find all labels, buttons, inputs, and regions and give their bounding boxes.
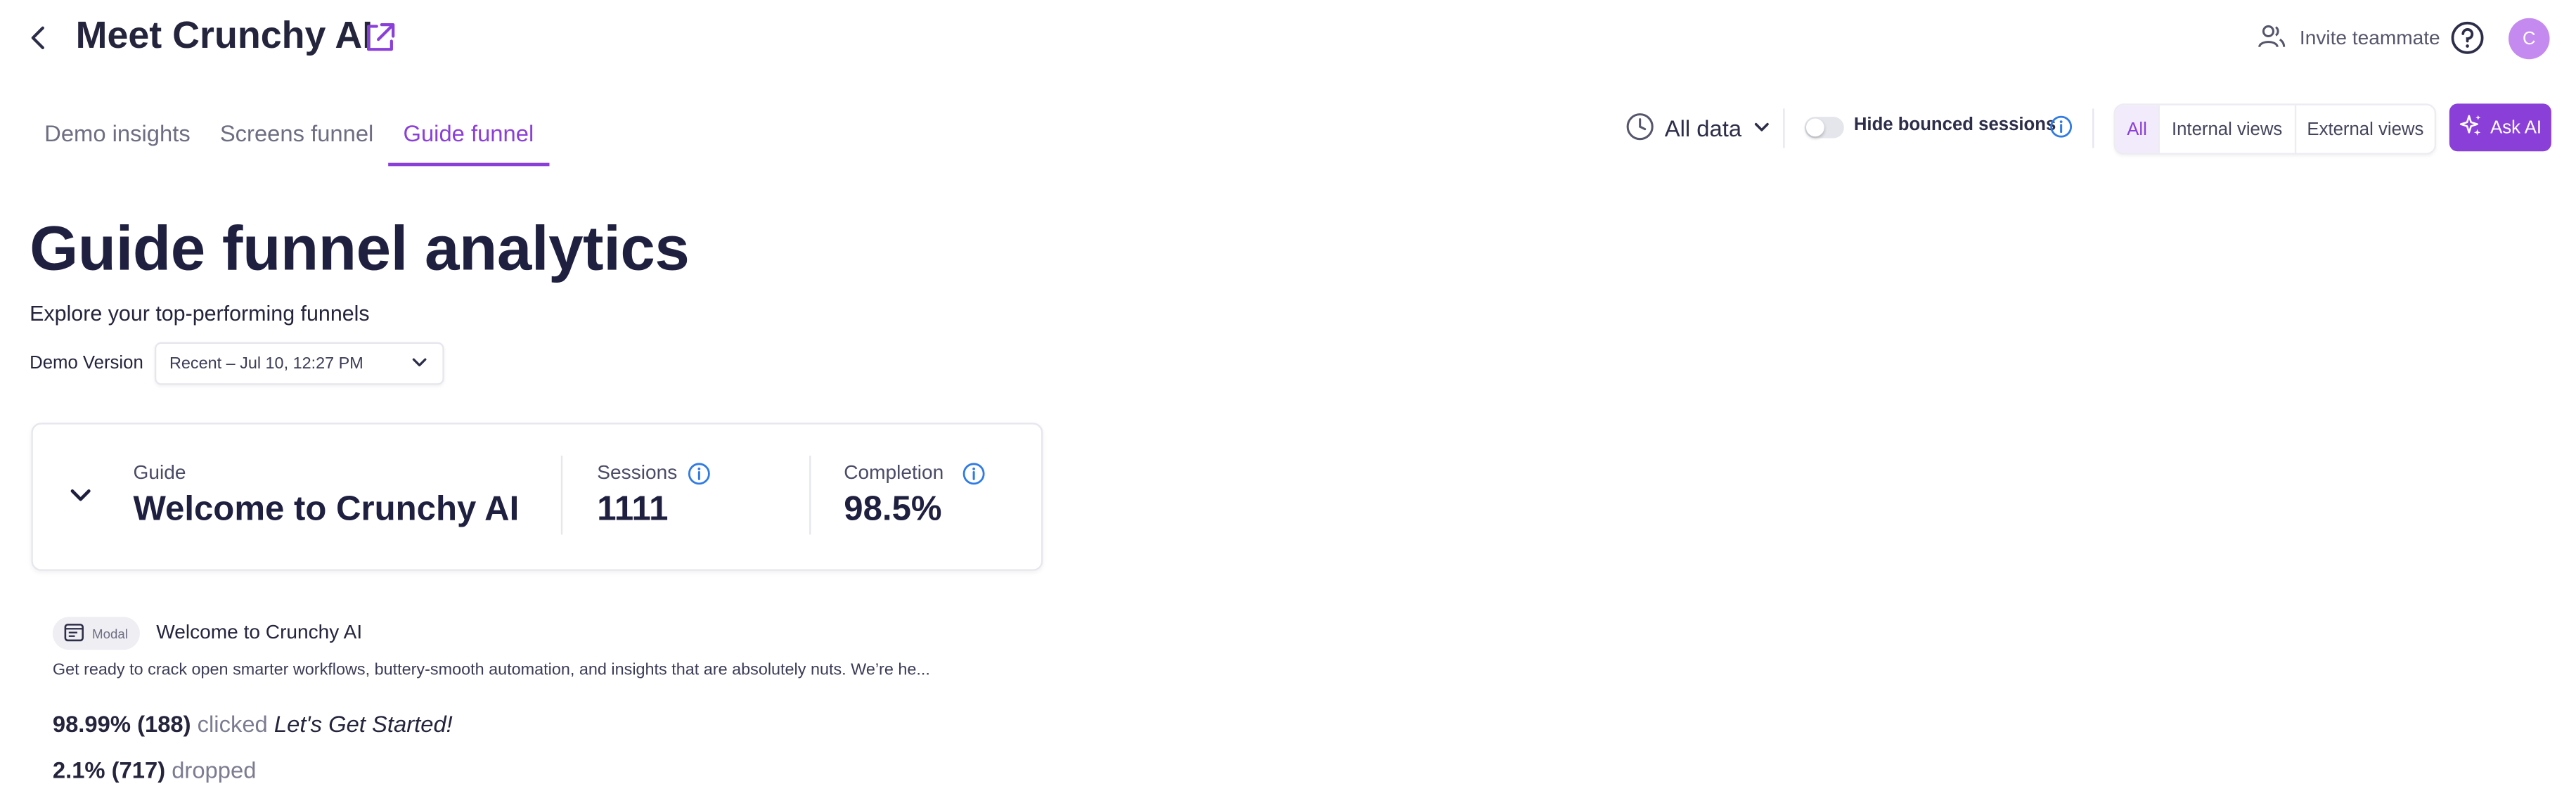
page-subtitle: Explore your top-performing funnels xyxy=(30,301,370,326)
ask-ai-button[interactable]: Ask AI xyxy=(2449,103,2551,152)
page-title: Meet Crunchy AI xyxy=(75,13,373,56)
view-filter-segmented: All Internal views External views xyxy=(2113,103,2437,155)
invite-teammate-button[interactable]: Invite teammate xyxy=(2257,21,2440,54)
demo-version-label: Demo Version xyxy=(30,354,143,374)
expand-chevron-icon[interactable] xyxy=(66,480,96,510)
clock-icon xyxy=(1625,111,1655,146)
hide-bounced-toggle[interactable] xyxy=(1804,117,1844,139)
external-link-icon[interactable] xyxy=(362,20,398,56)
invite-teammate-label: Invite teammate xyxy=(2299,26,2440,50)
hide-bounced-label: Hide bounced sessions xyxy=(1853,115,2056,135)
dropped-word: dropped xyxy=(172,757,257,783)
sparkle-icon xyxy=(2459,113,2482,141)
divider xyxy=(809,456,811,535)
guide-name: Welcome to Crunchy AI xyxy=(133,490,520,529)
sessions-value: 1111 xyxy=(597,490,669,529)
clicked-stat-line: 98.99% (188) clicked Let's Get Started! xyxy=(53,711,453,737)
step-title: Welcome to Crunchy AI xyxy=(156,620,363,643)
date-range-label: All data xyxy=(1664,115,1742,142)
info-icon[interactable] xyxy=(688,462,711,485)
tab-bar: Demo insights Screens funnel Guide funne… xyxy=(30,105,550,167)
tab-guide-funnel[interactable]: Guide funnel xyxy=(388,105,550,167)
ask-ai-label: Ask AI xyxy=(2490,117,2542,138)
demo-version-select[interactable]: Recent – Jul 10, 12:27 PM xyxy=(154,342,444,385)
view-option-all[interactable]: All xyxy=(2115,105,2160,153)
page-heading: Guide funnel analytics xyxy=(30,215,690,285)
clicked-word: clicked xyxy=(197,710,268,738)
help-icon[interactable] xyxy=(2449,20,2485,56)
user-avatar[interactable]: C xyxy=(2509,18,2550,60)
tab-screens-funnel[interactable]: Screens funnel xyxy=(205,105,389,167)
step-description: Get ready to crack open smarter workflow… xyxy=(52,661,930,680)
divider xyxy=(2092,108,2094,148)
modal-icon xyxy=(64,622,84,644)
step-type-badge: Modal xyxy=(52,617,140,650)
divider xyxy=(1783,108,1785,148)
dropped-stat: 2.1% (717) xyxy=(52,757,166,783)
tab-demo-insights[interactable]: Demo insights xyxy=(30,105,205,167)
dropped-stat-line: 2.1% (717) dropped xyxy=(53,757,257,783)
chevron-down-icon xyxy=(410,352,430,376)
users-icon xyxy=(2257,20,2286,55)
view-option-external[interactable]: External views xyxy=(2295,105,2435,153)
completion-label: Completion xyxy=(844,461,944,484)
date-range-dropdown[interactable]: All data xyxy=(1625,110,1772,146)
info-icon[interactable] xyxy=(962,462,986,485)
demo-version-value: Recent – Jul 10, 12:27 PM xyxy=(169,354,363,373)
step-type-label: Modal xyxy=(92,626,129,641)
completion-value: 98.5% xyxy=(844,490,942,529)
chevron-down-icon xyxy=(1751,115,1771,141)
divider xyxy=(560,456,563,535)
back-arrow-icon[interactable] xyxy=(23,20,56,56)
info-icon[interactable] xyxy=(2049,115,2073,139)
clicked-stat: 98.99% (188) xyxy=(52,710,191,738)
view-option-internal[interactable]: Internal views xyxy=(2160,105,2296,153)
guide-label: Guide xyxy=(133,461,186,484)
sessions-label: Sessions xyxy=(597,461,678,484)
clicked-target: Let's Get Started! xyxy=(273,710,453,738)
